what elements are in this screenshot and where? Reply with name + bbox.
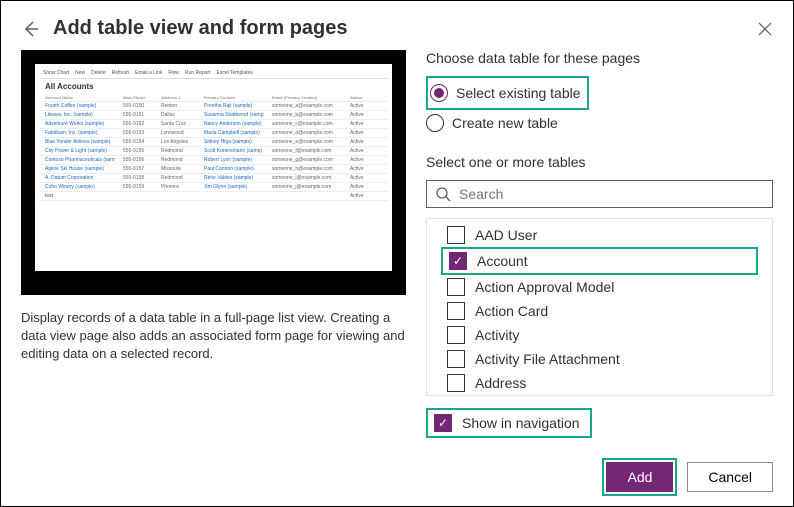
table-item-account[interactable]: ✓ Account (443, 249, 756, 273)
table-item-label: Activity (475, 327, 519, 343)
checkbox-unchecked-icon (447, 302, 465, 320)
table-item-label: Action Card (475, 303, 548, 319)
radio-label: Select existing table (456, 85, 581, 101)
table-item-address[interactable]: Address (427, 371, 772, 395)
choose-data-table-label: Choose data table for these pages (426, 50, 773, 66)
radio-create-new-table[interactable]: Create new table (426, 110, 773, 136)
table-item-action-card[interactable]: Action Card (427, 299, 772, 323)
radio-unselected-icon (426, 114, 444, 132)
dialog-title: Add table view and form pages (53, 17, 757, 40)
checkbox-unchecked-icon (447, 374, 465, 392)
radio-label: Create new table (452, 115, 558, 131)
search-icon (435, 186, 451, 202)
back-arrow-icon[interactable] (21, 19, 41, 39)
checkbox-checked-icon: ✓ (434, 414, 452, 432)
show-in-nav-label: Show in navigation (462, 415, 580, 431)
search-input[interactable] (459, 186, 764, 202)
select-tables-label: Select one or more tables (426, 154, 773, 170)
table-item-activity[interactable]: Activity (427, 323, 772, 347)
radio-selected-icon (430, 84, 448, 102)
table-item-action-approval-model[interactable]: Action Approval Model (427, 275, 772, 299)
close-icon[interactable] (757, 21, 773, 37)
add-button[interactable]: Add (606, 462, 673, 492)
checkbox-unchecked-icon (447, 350, 465, 368)
table-item-aad-user[interactable]: AAD User (427, 223, 772, 247)
table-item-label: AAD User (475, 227, 537, 243)
preview-heading: All Accounts (39, 79, 388, 94)
table-item-label: Address (475, 375, 526, 391)
table-item-label: Activity File Attachment (475, 351, 620, 367)
checkbox-checked-icon: ✓ (449, 252, 467, 270)
show-in-navigation-checkbox[interactable]: ✓ Show in navigation (430, 412, 584, 434)
description-text: Display records of a data table in a ful… (21, 309, 406, 364)
search-box[interactable] (426, 180, 773, 208)
checkbox-unchecked-icon (447, 226, 465, 244)
table-item-label: Account (477, 253, 528, 269)
table-list[interactable]: AAD User ✓ Account Action Approval Model Act… (426, 218, 773, 396)
preview-image: Show ChartNewDeleteRefreshEmail a LinkFl… (21, 50, 406, 295)
radio-select-existing-table[interactable]: Select existing table (430, 80, 581, 106)
table-item-label: Action Approval Model (475, 279, 614, 295)
cancel-button[interactable]: Cancel (687, 462, 773, 492)
table-item-activity-file-attachment[interactable]: Activity File Attachment (427, 347, 772, 371)
checkbox-unchecked-icon (447, 278, 465, 296)
checkbox-unchecked-icon (447, 326, 465, 344)
